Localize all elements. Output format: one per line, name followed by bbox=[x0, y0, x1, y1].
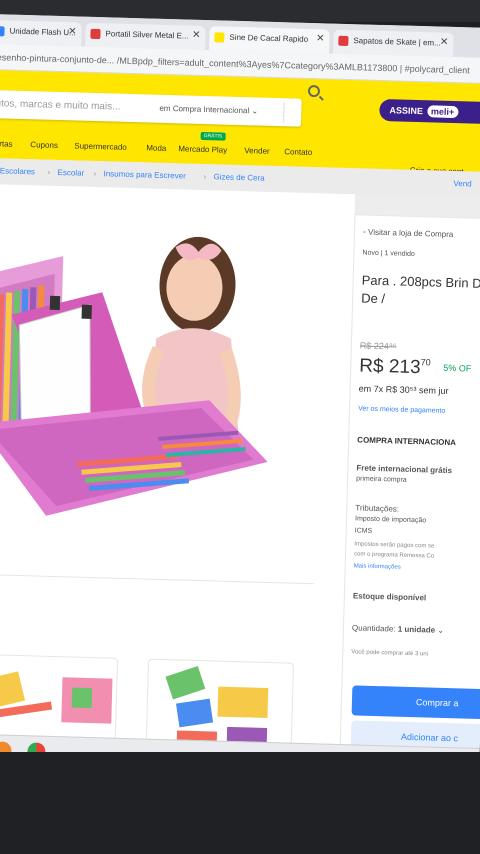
buy-now-label: Comprar a bbox=[415, 697, 459, 709]
purchase-limit-text: Você pode comprar até 3 uni bbox=[351, 649, 429, 658]
browser-screen: Unidade Flash U... ✕ Portatil Silver Met… bbox=[0, 14, 480, 770]
search-input[interactable]: utos, marcas e muito mais... bbox=[0, 98, 121, 112]
buy-now-button[interactable]: Comprar a bbox=[351, 685, 480, 720]
nav-moda[interactable]: Moda bbox=[146, 143, 166, 153]
tax-note: Impostos serão pagos com se bbox=[354, 541, 435, 550]
tab-sapatos-skate[interactable]: Sapatos de Skate | em... ✕ bbox=[333, 29, 454, 57]
quantity-label: Quantidade: bbox=[351, 623, 396, 634]
international-purchase-heading: COMPRA INTERNACIONA bbox=[357, 435, 457, 448]
search-category-select[interactable]: em Compra Internacional ⌄ bbox=[159, 104, 258, 116]
tab-title: Portatil Silver Metal E... bbox=[105, 29, 189, 41]
breadcrumb-item[interactable]: Insumos para Escrever bbox=[103, 169, 185, 180]
easel-clip bbox=[81, 304, 92, 319]
mercado-play-badge: GRÁTIS bbox=[200, 131, 226, 141]
close-tab-icon[interactable]: ✕ bbox=[192, 30, 201, 41]
assine-label: ASSINE bbox=[389, 105, 424, 117]
close-tab-icon[interactable]: ✕ bbox=[68, 26, 77, 37]
discount-badge: 5% OF bbox=[443, 362, 472, 374]
price-original: R$ 224⁹⁶ bbox=[359, 340, 397, 352]
easel-clip bbox=[49, 295, 61, 311]
tab-title: Sapatos de Skate | em... bbox=[353, 36, 441, 48]
breadcrumb-separator: › bbox=[93, 168, 97, 179]
nav-cupons[interactable]: Cupons bbox=[30, 140, 58, 150]
search-divider bbox=[283, 102, 285, 123]
nav-vender[interactable]: Vender bbox=[244, 146, 270, 156]
taxes-label: Tributações: bbox=[355, 503, 400, 514]
breadcrumb-separator: › bbox=[47, 167, 51, 177]
breadcrumb-item[interactable]: iais Escolares bbox=[0, 166, 35, 176]
close-tab-icon[interactable]: ✕ bbox=[440, 37, 449, 48]
tab-favicon-icon bbox=[90, 28, 101, 40]
close-tab-icon[interactable]: ✕ bbox=[316, 33, 325, 44]
installments-text: em 7x R$ 30⁵³ sem jur bbox=[358, 383, 449, 396]
nav-supermercado[interactable]: Supermercado bbox=[74, 141, 127, 151]
tab-favicon-icon bbox=[214, 32, 225, 43]
search-category-label: em Compra Internacional bbox=[159, 103, 250, 116]
buy-box: ◦ Visitar a loja de Compra Novo | 1 vend… bbox=[338, 214, 480, 770]
search-box[interactable]: utos, marcas e muito mais... em Compra I… bbox=[0, 89, 302, 127]
monitor-bezel-bottom bbox=[0, 752, 480, 854]
tab-favicon-icon bbox=[0, 26, 5, 37]
breadcrumb-item[interactable]: Escolar bbox=[57, 168, 84, 178]
photo-of-monitor: Unidade Flash U... ✕ Portatil Silver Met… bbox=[0, 0, 480, 854]
product-gallery bbox=[0, 183, 356, 767]
quantity-select[interactable]: Quantidade: 1 unidade ⌄ bbox=[352, 623, 444, 635]
free-shipping-text: Frete internacional grátis bbox=[356, 463, 453, 476]
price-integer: R$ 213 bbox=[359, 355, 421, 379]
tab-title: Sine De Cacal Rapido bbox=[229, 32, 309, 44]
tab-title: Unidade Flash U... bbox=[9, 26, 76, 38]
store-link[interactable]: ◦ Visitar a loja de Compra bbox=[363, 228, 454, 240]
tab-unidade-flash[interactable]: Unidade Flash U... ✕ bbox=[0, 19, 82, 47]
site-header: utos, marcas e muito mais... em Compra I… bbox=[0, 69, 480, 176]
breadcrumb-separator: › bbox=[203, 172, 207, 182]
tab-favicon-icon bbox=[338, 35, 349, 47]
add-to-cart-label: Adicionar ao c bbox=[400, 731, 459, 744]
product-title: Para . 208pcs Brin Desenho Pintura C De … bbox=[361, 272, 480, 307]
price-current: R$ 21370 bbox=[359, 355, 431, 379]
vender-link[interactable]: Vend bbox=[453, 179, 471, 189]
product-image[interactable] bbox=[0, 184, 355, 594]
payment-methods-link[interactable]: Ver os meios de pagamento bbox=[358, 405, 445, 414]
nav-mercado-play[interactable]: Mercado Play bbox=[178, 144, 227, 154]
search-icon[interactable] bbox=[307, 84, 321, 98]
price-cents: 70 bbox=[420, 357, 431, 368]
breadcrumb-item[interactable]: Gizes de Cera bbox=[213, 172, 264, 182]
more-info-link[interactable]: Mais informações bbox=[354, 563, 401, 570]
tax-note: com o programa Remessa Co bbox=[353, 551, 435, 560]
nav-contato[interactable]: Contato bbox=[284, 147, 312, 157]
tab-active[interactable]: Sine De Cacal Rapido ✕ bbox=[209, 26, 330, 54]
product-condition: Novo | 1 vendido bbox=[362, 249, 415, 258]
quantity-value: 1 unidade bbox=[397, 624, 436, 635]
tab-portatil-silver[interactable]: Portatil Silver Metal E... ✕ bbox=[85, 22, 206, 51]
nav-ofertas[interactable]: Ofertas bbox=[0, 139, 13, 149]
import-tax-label: Imposto de importação bbox=[354, 515, 427, 525]
store-link-label: Visitar a loja de Compra bbox=[367, 227, 454, 240]
stock-available: Estoque disponível bbox=[352, 591, 427, 603]
free-shipping-sub: primeira compra bbox=[356, 475, 407, 484]
meli-plus-logo: meli+ bbox=[426, 105, 459, 119]
icms-label: ICMS bbox=[354, 527, 373, 535]
assine-meli-button[interactable]: ASSINE meli+ bbox=[379, 98, 480, 125]
